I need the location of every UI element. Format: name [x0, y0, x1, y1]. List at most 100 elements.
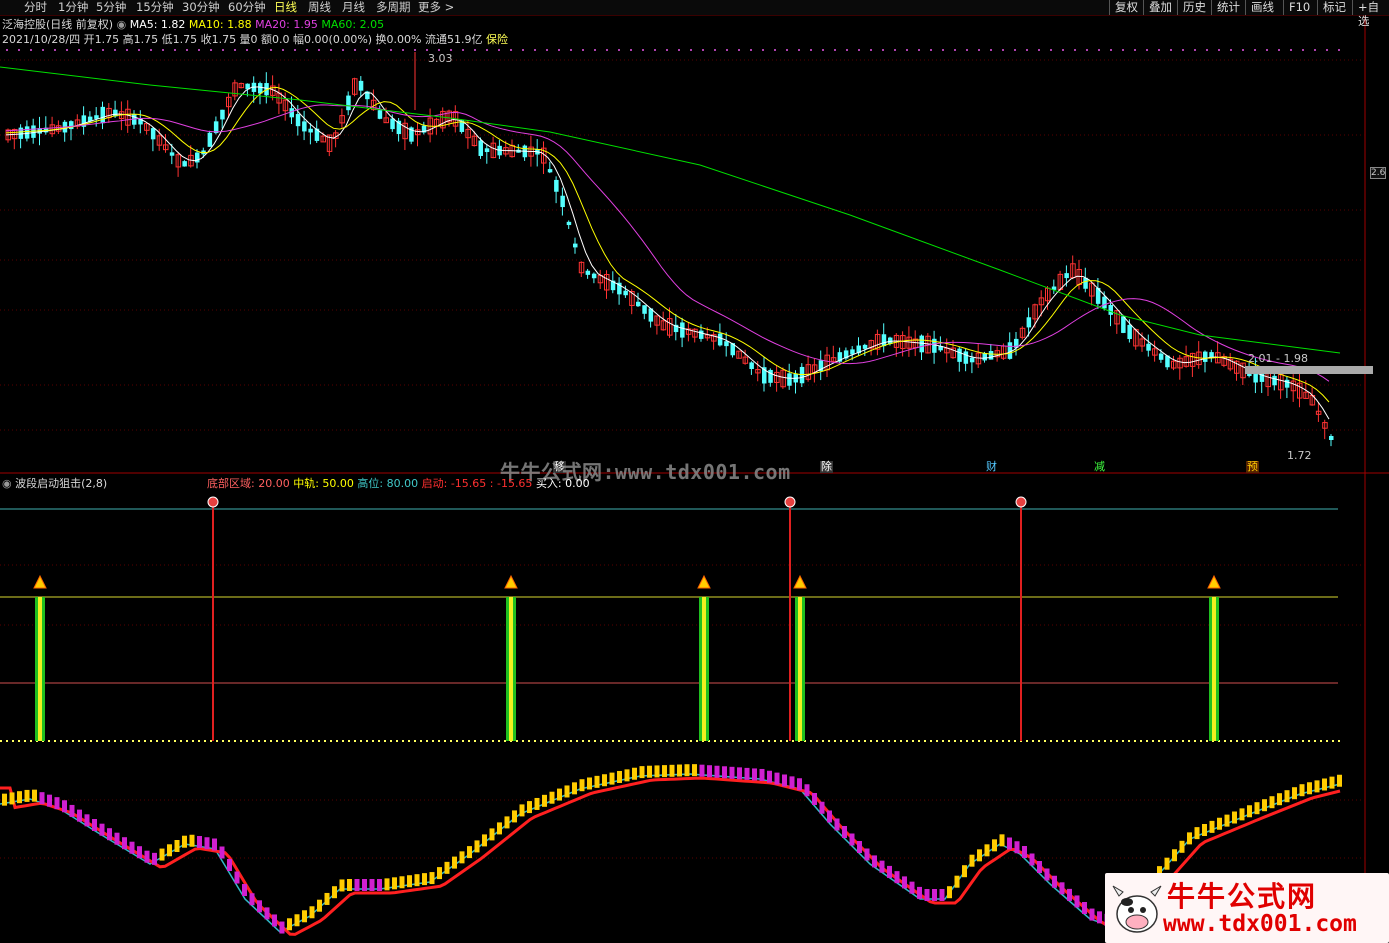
top-dot: [498, 49, 500, 51]
toolbar-button-4[interactable]: 画线: [1245, 0, 1279, 15]
baseline-dot: [114, 740, 116, 742]
baseline-dot: [1074, 740, 1076, 742]
period-tab-2[interactable]: 5分钟: [96, 0, 126, 14]
toolbar-button-7[interactable]: +自选: [1352, 0, 1389, 28]
period-tab-0[interactable]: 分时: [24, 0, 47, 14]
baseline-dot: [216, 740, 218, 742]
top-dot: [1146, 49, 1148, 51]
event-marker-forecast[interactable]: 预: [1246, 461, 1259, 473]
oscillator-block: [422, 873, 427, 886]
baseline-dot: [936, 740, 938, 742]
bottom-zone-label: 底部区域:: [207, 477, 259, 490]
top-dot: [774, 49, 776, 51]
baseline-dot: [12, 740, 14, 742]
oscillator-block: [1082, 902, 1087, 914]
baseline-dot: [1080, 740, 1082, 742]
baseline-dot: [972, 740, 974, 742]
period-tab-6[interactable]: 日线: [274, 0, 297, 14]
baseline-dot: [270, 740, 272, 742]
oscillator-block: [219, 846, 225, 859]
sector-tag[interactable]: 保险: [486, 33, 508, 46]
baseline-dot: [558, 740, 560, 742]
toolbar-button-6[interactable]: 标记: [1317, 0, 1351, 15]
top-dot: [1314, 49, 1316, 51]
baseline-dot: [144, 740, 146, 742]
oscillator-block: [429, 872, 435, 885]
candle-body: [1272, 375, 1277, 386]
top-dot: [462, 49, 464, 51]
baseline-dot: [354, 740, 356, 742]
candle-body: [220, 109, 225, 120]
bar-detail-line: 2021/10/28/四 开1.75 高1.75 低1.75 收1.75 量0 …: [2, 33, 508, 46]
oscillator-block: [1284, 790, 1290, 803]
baseline-dot: [180, 740, 182, 742]
period-tab-1[interactable]: 1分钟: [58, 0, 88, 14]
oscillator-block: [227, 859, 232, 871]
buy-bar-core-2: [702, 597, 706, 741]
baseline-dot: [420, 740, 422, 742]
top-dot: [486, 49, 488, 51]
candle-body: [207, 132, 213, 147]
top-dot: [690, 49, 692, 51]
candle-body: [1026, 317, 1032, 328]
collapse-icon[interactable]: ◉: [2, 477, 12, 490]
candle-body: [573, 243, 578, 248]
oscillator-block: [294, 914, 300, 927]
baseline-dot: [1308, 740, 1310, 742]
sell-signal-icon-1: [784, 496, 796, 508]
settings-icon[interactable]: ◉: [117, 18, 127, 31]
logo-url[interactable]: www.tdx001.com: [1163, 911, 1357, 937]
toolbar-button-0[interactable]: 复权: [1109, 0, 1143, 15]
oscillator-block: [17, 791, 22, 804]
baseline-dot: [996, 740, 998, 742]
top-dot: [930, 49, 932, 51]
baseline-dot: [600, 740, 602, 742]
oscillator-block: [939, 889, 945, 901]
baseline-dot: [474, 740, 476, 742]
event-marker-finance[interactable]: 财: [985, 461, 998, 473]
period-tab-10[interactable]: 更多 >: [418, 0, 454, 14]
oscillator-block: [137, 846, 142, 859]
top-dot: [906, 49, 908, 51]
oscillator-block: [917, 886, 922, 899]
toolbar-button-1[interactable]: 叠加: [1143, 0, 1177, 15]
period-tab-8[interactable]: 月线: [342, 0, 365, 14]
baseline-dot: [582, 740, 584, 742]
baseline-dot: [492, 740, 494, 742]
ma60-value: MA60: 2.05: [321, 18, 385, 31]
oscillator-block: [197, 836, 202, 848]
oscillator-block: [324, 892, 330, 905]
period-tab-4[interactable]: 30分钟: [182, 0, 220, 14]
event-marker-dividend[interactable]: 除: [820, 461, 833, 473]
oscillator-block: [242, 884, 247, 896]
oscillator-block: [609, 772, 615, 785]
period-tab-3[interactable]: 15分钟: [136, 0, 174, 14]
period-tab-5[interactable]: 60分钟: [228, 0, 266, 14]
indicator-name[interactable]: 波段启动狙击(2,8): [15, 477, 107, 490]
event-marker-reduce[interactable]: 减: [1093, 461, 1106, 473]
period-tab-7[interactable]: 周线: [308, 0, 331, 14]
baseline-dot: [1194, 740, 1196, 742]
period-tab-9[interactable]: 多周期: [376, 0, 411, 14]
baseline-dot: [108, 740, 110, 742]
indicator-header: ◉ 波段启动狙击(2,8): [2, 477, 107, 490]
baseline-dot: [648, 740, 650, 742]
oscillator-block: [714, 765, 720, 778]
top-dot: [714, 49, 716, 51]
toolbar-button-5[interactable]: F10: [1283, 0, 1316, 15]
oscillator-block: [819, 801, 825, 814]
stock-name[interactable]: 泛海控股(日线 前复权): [2, 18, 113, 31]
axis-price-box: 2.6: [1370, 167, 1387, 179]
toolbar-button-3[interactable]: 统计: [1211, 0, 1245, 15]
top-dot: [810, 49, 812, 51]
oscillator-block: [647, 765, 652, 778]
buy-signal-icon-3: [793, 574, 807, 589]
baseline-dot: [1098, 740, 1100, 742]
toolbar-button-2[interactable]: 历史: [1177, 0, 1211, 15]
oscillator-block: [489, 828, 495, 841]
baseline-dot: [612, 740, 614, 742]
candle-body: [295, 114, 301, 127]
candle-body: [1064, 273, 1069, 279]
high-zone-label: 高位:: [357, 477, 387, 490]
candle-body: [484, 148, 490, 153]
